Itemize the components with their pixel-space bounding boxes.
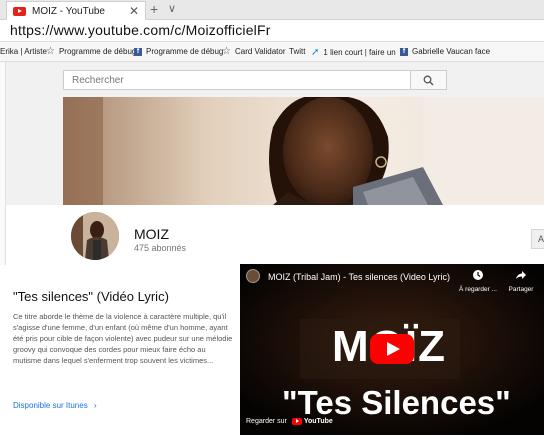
channel-banner — [63, 97, 544, 205]
link-arrow-icon: ➚ — [311, 47, 320, 58]
search-button[interactable] — [411, 70, 447, 90]
share-arrow-icon — [516, 271, 526, 279]
bookmarks-bar: Erika | Artiste ☆ Programme de débug f P… — [0, 42, 544, 62]
share-label: Partager — [508, 286, 534, 293]
bookmark-label: Card Validator — [234, 47, 286, 56]
itunes-link[interactable]: Disponible sur Itunes › — [13, 401, 97, 410]
search-icon — [423, 75, 434, 86]
clock-icon — [473, 270, 483, 280]
youtube-favicon-icon — [13, 6, 26, 16]
channel-avatar[interactable] — [71, 212, 119, 260]
subscribe-button[interactable]: A — [531, 229, 544, 249]
tab-title: MOIZ - YouTube — [32, 5, 105, 17]
bookmark-label: Erika | Artiste — [0, 47, 47, 56]
player-video-title[interactable]: MOIZ (Tribal Jam) - Tes silences (Video … — [268, 272, 450, 282]
play-icon — [387, 342, 400, 356]
tab-bar: MOIZ - YouTube ✕ + ∨ — [0, 0, 544, 20]
url-text[interactable]: https://www.youtube.com/c/MoizofficielFr — [10, 22, 271, 38]
channel-thumbnail-icon[interactable] — [246, 269, 260, 283]
bookmark-item[interactable]: ➚ 1 lien court | faire un — [311, 47, 396, 58]
watch-on-youtube-link[interactable]: Regarder sur YouTube — [246, 415, 333, 427]
bookmark-item[interactable]: Erika | Artiste — [0, 47, 47, 56]
bookmark-item[interactable]: ☆ Programme de débug — [46, 45, 137, 57]
search-input[interactable]: Rechercher — [63, 70, 411, 90]
bookmark-label: Programme de débug — [146, 47, 224, 56]
subscriber-count: 475 abonnés — [134, 243, 187, 253]
watch-later-button[interactable]: À regarder ... — [458, 268, 498, 293]
play-button[interactable] — [370, 334, 414, 364]
browser-tab[interactable]: MOIZ - YouTube ✕ — [6, 1, 146, 20]
watch-later-label: À regarder ... — [459, 286, 497, 293]
bookmark-label: 1 lien court | faire un — [323, 48, 396, 57]
new-tab-button[interactable]: + — [150, 1, 158, 17]
tab-list-chevron-icon[interactable]: ∨ — [168, 2, 176, 15]
youtube-logo-icon — [291, 417, 302, 425]
facebook-icon: f — [400, 47, 408, 56]
chevron-right-icon: › — [93, 401, 97, 410]
star-icon: ☆ — [222, 45, 231, 57]
video-player[interactable]: MOIZ (Tribal Jam) - Tes silences (Video … — [240, 264, 544, 435]
bookmark-item[interactable]: ☆ Card Validator — [222, 45, 286, 57]
tab-close-icon[interactable]: ✕ — [129, 4, 139, 18]
star-icon: ☆ — [46, 45, 55, 57]
featured-video-title[interactable]: "Tes silences" (Vidéo Lyric) — [13, 289, 169, 304]
address-bar[interactable]: https://www.youtube.com/c/MoizofficielFr — [0, 20, 544, 42]
share-button[interactable]: Partager — [506, 268, 536, 293]
bookmark-item[interactable]: f Gabrielle Vaucan face — [400, 47, 490, 56]
bookmark-label: Gabrielle Vaucan face — [412, 47, 491, 56]
bookmark-item[interactable]: Twitt — [289, 47, 305, 56]
bookmark-label: Twitt — [289, 47, 306, 56]
youtube-logo-text: YouTube — [303, 417, 333, 425]
bookmark-label: Programme de débug — [58, 47, 137, 56]
bookmark-item[interactable]: f Programme de débug — [134, 47, 223, 56]
facebook-icon: f — [134, 47, 142, 56]
featured-video-description: Ce titre aborde le thème de la violence … — [13, 312, 233, 365]
watch-on-label: Regarder sur — [246, 417, 287, 425]
channel-name: MOIZ — [134, 226, 169, 242]
itunes-link-label: Disponible sur Itunes — [13, 401, 88, 410]
